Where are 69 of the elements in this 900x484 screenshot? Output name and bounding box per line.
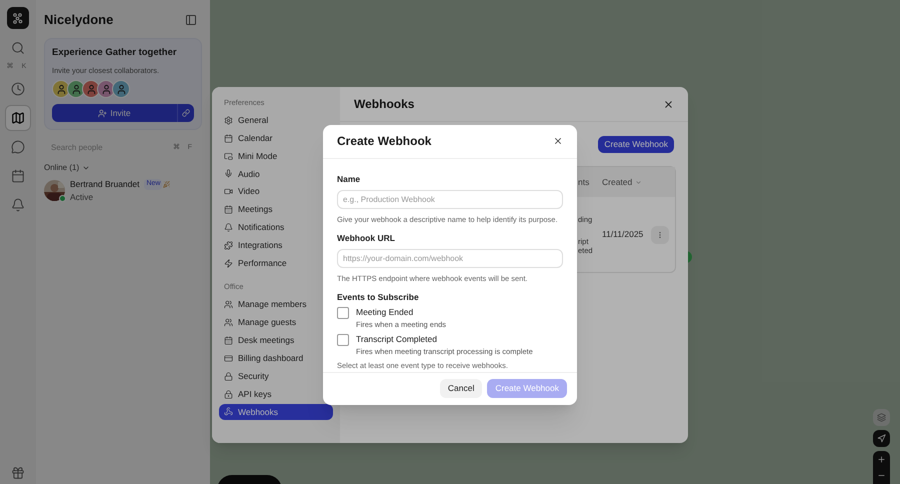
- avatar-icon: [112, 80, 130, 98]
- lock-icon: [224, 372, 233, 381]
- navigation-arrow-icon: [877, 434, 886, 443]
- settings-title: Webhooks: [354, 96, 414, 113]
- members-icon: [224, 300, 233, 310]
- chevron-icon: [82, 164, 90, 172]
- event-title: Transcript Completed: [356, 333, 438, 346]
- logo-icon: [12, 12, 24, 24]
- close-icon[interactable]: [663, 98, 674, 110]
- bell-icon: [224, 223, 233, 232]
- search-icon: [11, 41, 25, 55]
- person-status: Active: [70, 190, 94, 204]
- party-icon: [163, 180, 170, 188]
- chat-icon: [11, 140, 25, 154]
- avatar-icon: [67, 80, 85, 98]
- bell-icon: [11, 198, 25, 212]
- map-button[interactable]: [5, 104, 31, 130]
- card-title: Experience Gather together: [52, 46, 178, 60]
- meetings-icon: [224, 336, 233, 345]
- dialog-title: Create Webhook: [337, 133, 432, 150]
- person-name: Bertrand Bruandet: [70, 178, 140, 191]
- general-icon: [224, 116, 233, 125]
- performance-icon: [224, 258, 233, 268]
- map-icon: [11, 110, 25, 124]
- input-field[interactable]: e.g., Production Webhook: [337, 190, 563, 210]
- avatar-icon: [52, 80, 70, 98]
- audio-icon: [224, 169, 233, 178]
- mini-icon: [224, 152, 233, 161]
- input-field[interactable]: https://your-domain.com/webhook: [337, 249, 563, 268]
- zoom-in-icon[interactable]: [877, 455, 886, 464]
- column-header[interactable]: Created: [602, 176, 632, 188]
- video-icon: [224, 187, 233, 196]
- sidebar-toggle-icon[interactable]: [185, 14, 197, 26]
- events-heading: Events to Subscribe: [337, 290, 420, 304]
- app-logo[interactable]: [7, 7, 29, 29]
- key-icon: [224, 390, 233, 399]
- calendar-icon: [11, 168, 25, 182]
- meetings-icon: [224, 205, 233, 214]
- navigation-button[interactable]: [873, 430, 890, 447]
- layers-button[interactable]: [873, 409, 890, 426]
- sort-icon[interactable]: [635, 178, 642, 186]
- layers-icon: [877, 413, 886, 422]
- link-icon: [182, 109, 190, 117]
- checkbox[interactable]: [337, 334, 349, 346]
- field-label: Name: [337, 172, 362, 186]
- copy-link-button[interactable]: [177, 104, 194, 122]
- integrations-icon: [224, 240, 233, 250]
- guests-icon: [224, 318, 233, 328]
- settings-nav-item[interactable]: General: [219, 112, 333, 128]
- event-title: Meeting Ended: [356, 306, 414, 319]
- online-section-toggle[interactable]: Online (1): [44, 162, 90, 174]
- cancel-button[interactable]: Cancel: [440, 379, 482, 398]
- settings-nav-item[interactable]: Webhooks: [219, 404, 333, 420]
- avatar-icon: [82, 80, 100, 98]
- close-icon[interactable]: [553, 136, 563, 146]
- add-person-icon: [98, 108, 108, 118]
- workspace-title: Nicelydone: [44, 11, 114, 29]
- table-cell-text: 11/11/2025: [602, 228, 644, 241]
- checkbox[interactable]: [337, 307, 349, 320]
- calendar-icon: [224, 134, 233, 143]
- clock-icon: [11, 82, 25, 96]
- gift-icon: [11, 466, 25, 480]
- column-header: nts: [578, 176, 590, 188]
- avatar-icon: [97, 80, 115, 98]
- webhook-icon: [224, 407, 233, 416]
- field-label: Webhook URL: [337, 232, 396, 244]
- billing-icon: [224, 354, 233, 363]
- create-webhook-button[interactable]: Create Webhook: [598, 136, 674, 153]
- invite-button[interactable]: Invite: [52, 104, 177, 122]
